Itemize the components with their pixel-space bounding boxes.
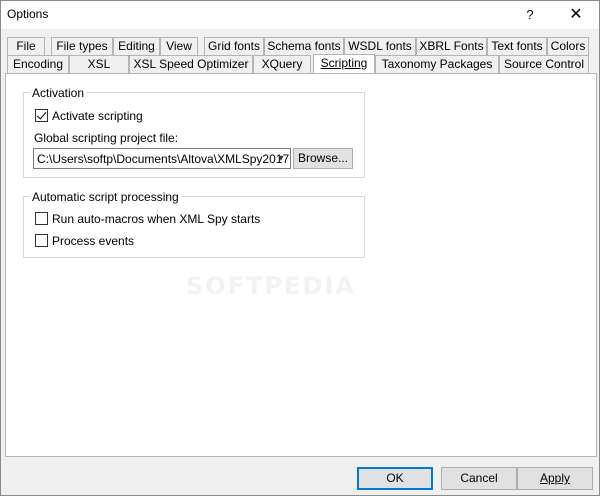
tab-view[interactable]: View	[160, 37, 198, 55]
tab-scripting-label: Scripting	[320, 56, 368, 70]
auto-macros-checkbox[interactable]	[35, 212, 48, 225]
tab-xsl-speed-optimizer[interactable]: XSL Speed Optimizer	[129, 55, 253, 73]
process-events-label[interactable]: Process events	[52, 234, 134, 248]
help-button[interactable]: ?	[507, 1, 553, 29]
chevron-down-icon[interactable]: ▾	[272, 149, 290, 168]
tab-scripting[interactable]: Scripting	[313, 54, 375, 73]
tab-taxonomy-packages[interactable]: Taxonomy Packages	[375, 55, 499, 73]
project-file-label: Global scripting project file:	[34, 131, 179, 145]
apply-button[interactable]: Apply	[517, 467, 593, 490]
tab-xbrl-fonts[interactable]: XBRL Fonts	[416, 37, 487, 55]
tab-text-fonts[interactable]: Text fonts	[487, 37, 547, 55]
tab-encoding[interactable]: Encoding	[7, 55, 69, 73]
tab-wsdl-fonts[interactable]: WSDL fonts	[344, 37, 416, 55]
project-file-combobox[interactable]: C:\Users\softp\Documents\Altova\XMLSpy20…	[33, 148, 291, 169]
activate-scripting-label[interactable]: Activate scripting	[52, 109, 143, 123]
ok-button[interactable]: OK	[357, 467, 433, 490]
project-file-value: C:\Users\softp\Documents\Altova\XMLSpy20…	[37, 152, 290, 166]
apply-button-label: Apply	[539, 471, 571, 485]
automatic-processing-group	[23, 196, 365, 258]
activation-legend: Activation	[30, 86, 87, 100]
title-bar[interactable]: Options ? ✕	[1, 1, 599, 29]
tab-schema-fonts[interactable]: Schema fonts	[264, 37, 344, 55]
options-dialog: Options ? ✕ File File types Editing View…	[0, 0, 600, 496]
cancel-button[interactable]: Cancel	[441, 467, 517, 490]
softpedia-watermark: SOFTPEDIA	[186, 272, 356, 300]
process-events-checkbox[interactable]	[35, 234, 48, 247]
tab-xsl[interactable]: XSL	[69, 55, 129, 73]
tab-file-types[interactable]: File types	[51, 37, 113, 55]
scripting-panel: SOFTPEDIA Activation Activate scripting …	[5, 73, 597, 457]
automatic-processing-legend: Automatic script processing	[30, 190, 181, 204]
tab-editing[interactable]: Editing	[113, 37, 160, 55]
tab-colors[interactable]: Colors	[547, 37, 589, 55]
tab-xquery[interactable]: XQuery	[253, 55, 311, 73]
window-title: Options	[7, 7, 49, 21]
close-icon[interactable]: ✕	[553, 1, 599, 29]
tab-source-control[interactable]: Source Control	[499, 55, 589, 73]
activate-scripting-checkbox[interactable]	[35, 109, 48, 122]
auto-macros-label[interactable]: Run auto-macros when XML Spy starts	[52, 212, 260, 226]
tab-file[interactable]: File	[7, 37, 45, 55]
browse-button[interactable]: Browse...	[293, 148, 353, 169]
tab-grid-fonts[interactable]: Grid fonts	[204, 37, 264, 55]
